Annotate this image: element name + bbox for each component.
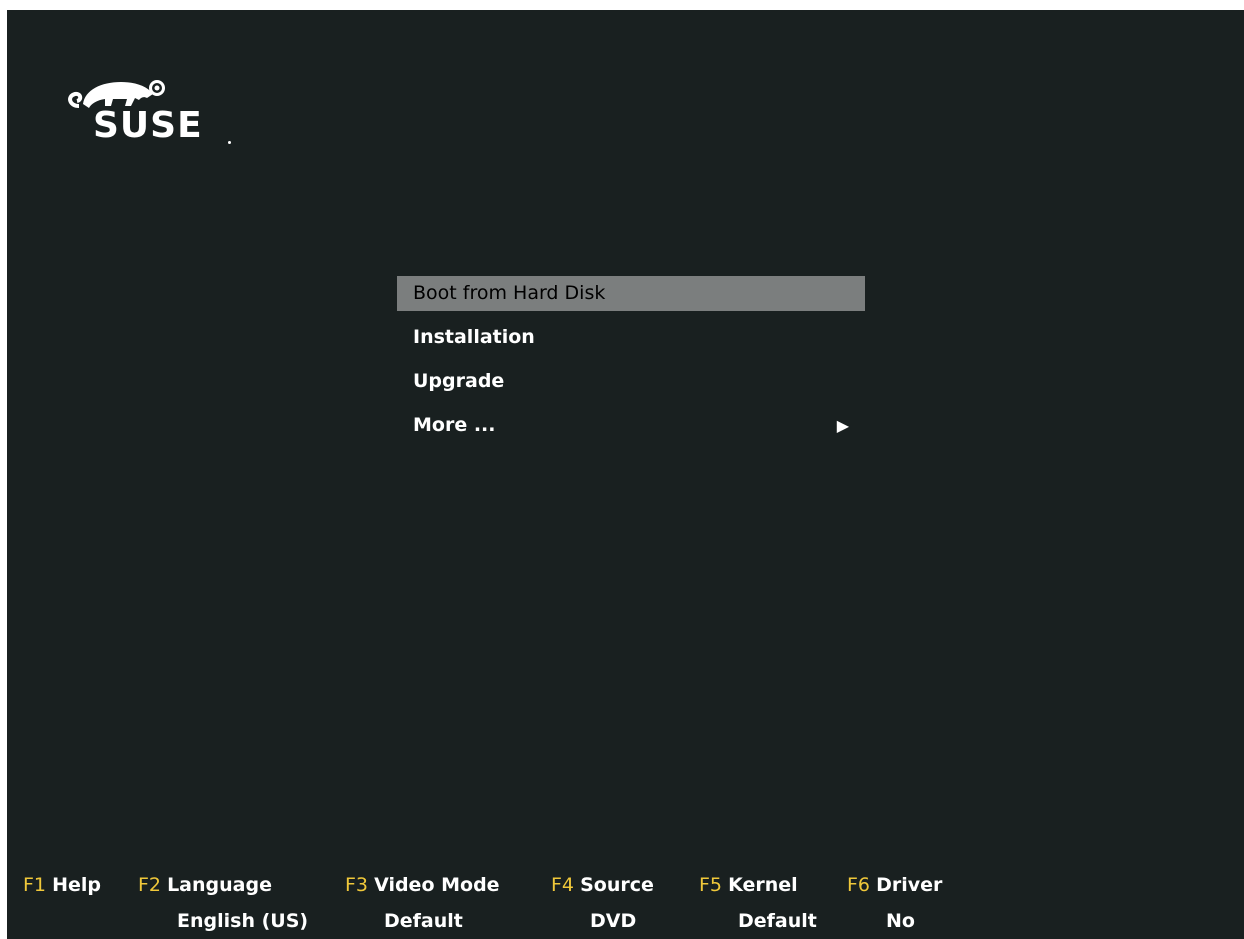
fkey-driver[interactable]: F6 Driver [847,874,942,896]
fkey-value-source: DVD [590,910,637,932]
fkey-video-mode[interactable]: F3 Video Mode [345,874,500,896]
fkey-help[interactable]: F1 Help [23,874,101,896]
fkey-label: Source [580,874,654,896]
fkey-source[interactable]: F4 Source [551,874,654,896]
fkey-key: F4 [551,874,575,896]
fkey-label: Video Mode [374,874,500,896]
logo-registered-dot [228,141,231,144]
fkey-language[interactable]: F2 Language [138,874,272,896]
menu-item-label: More ... [413,414,496,436]
fkey-key: F5 [699,874,723,896]
menu-item-label: Upgrade [413,370,505,392]
fkey-value-driver: No [886,910,915,932]
fkey-label: Driver [876,874,943,896]
fkey-label: Language [167,874,272,896]
fkey-value-language: English (US) [177,910,309,932]
menu-item-label: Installation [413,326,535,348]
fkey-key: F1 [23,874,47,896]
menu-item-upgrade[interactable]: Upgrade [397,364,865,399]
menu-item-installation[interactable]: Installation [397,320,865,355]
fkey-key: F2 [138,874,162,896]
fkey-key: F3 [345,874,369,896]
right-triangle-icon: ▶ [836,416,849,435]
fkey-label: Help [52,874,101,896]
logo-wordmark: SUSE [93,105,203,146]
fkey-kernel[interactable]: F5 Kernel [699,874,798,896]
boot-menu: Boot from Hard Disk Installation Upgrade… [397,276,865,452]
fkey-value-video-mode: Default [384,910,463,932]
fkey-label: Kernel [728,874,798,896]
menu-item-label: Boot from Hard Disk [413,282,606,304]
boot-screen: SUSE Boot from Hard Disk Installation Up… [7,10,1244,939]
suse-logo: SUSE [65,72,235,152]
menu-item-more[interactable]: More ... ▶ [397,408,865,443]
menu-item-boot-from-hard-disk[interactable]: Boot from Hard Disk [397,276,865,311]
fkey-value-kernel: Default [738,910,817,932]
fkey-key: F6 [847,874,871,896]
function-key-bar: F1 Help F2 Language English (US) F3 Vide… [7,874,1244,939]
